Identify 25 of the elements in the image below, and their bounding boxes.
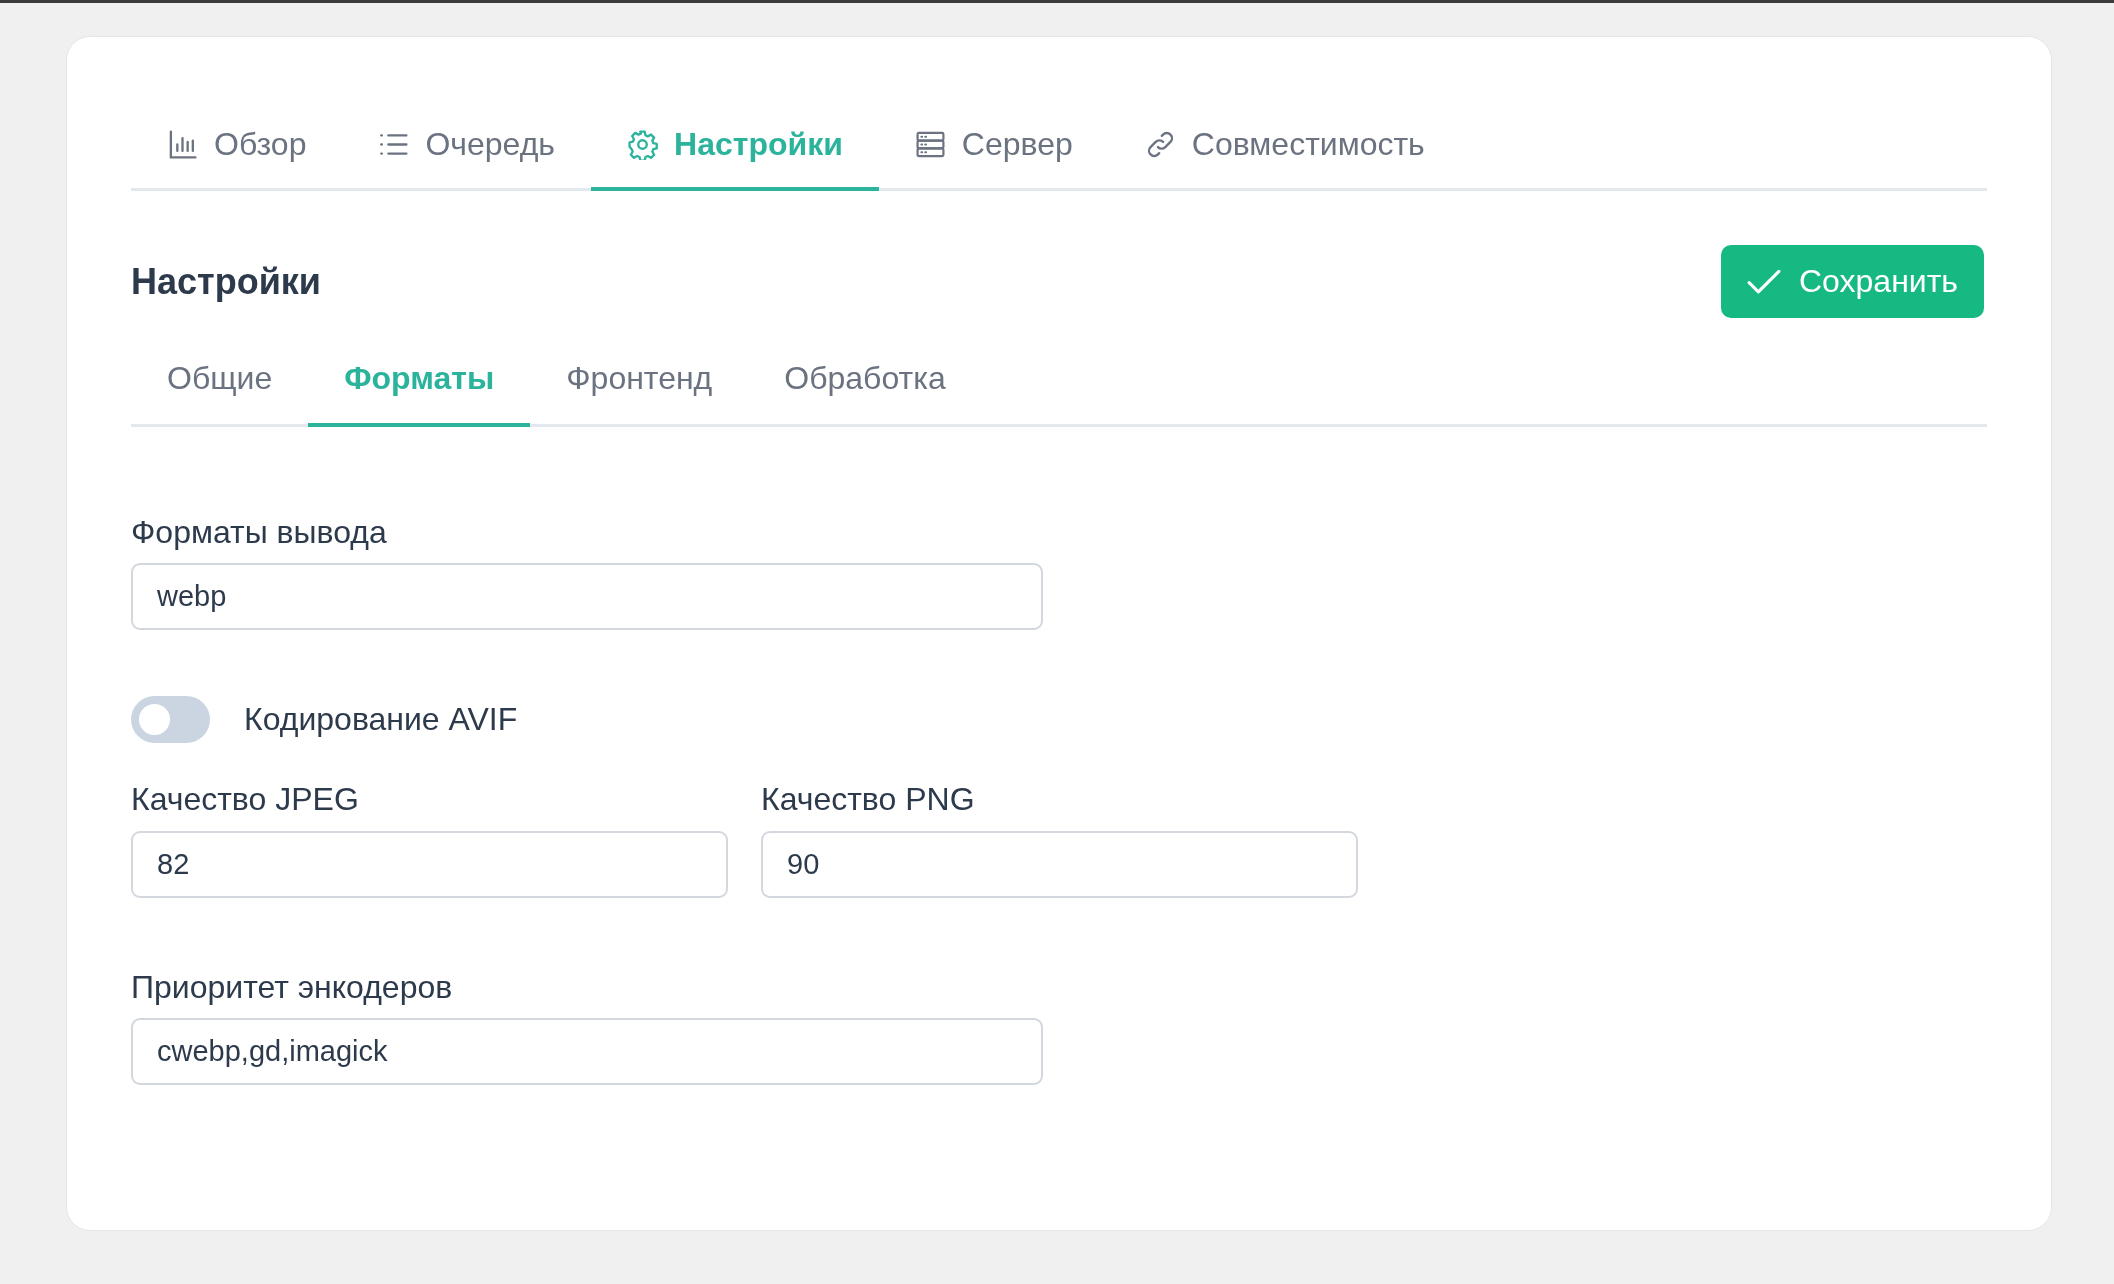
input-field[interactable]: 90	[761, 830, 1358, 898]
toggle-label: Кодирование AVIF	[244, 701, 518, 739]
server-icon	[914, 129, 946, 160]
nav-tab[interactable]: Сервер	[878, 101, 1109, 191]
check-icon	[1747, 268, 1781, 295]
nav-tab[interactable]: Обзор	[131, 101, 343, 191]
input-field[interactable]: cwebp,gd,imagick	[131, 1018, 1043, 1086]
field-label: Качество JPEG	[131, 780, 360, 819]
sub-tab[interactable]: Фронтенд	[530, 336, 749, 427]
field-label: Качество PNG	[761, 780, 976, 819]
sub-tab[interactable]: Обработка	[748, 336, 982, 427]
field-label: Приоритет энкодеров	[131, 967, 454, 1007]
toggle-switch[interactable]	[131, 696, 210, 744]
input-field[interactable]: 82	[131, 830, 728, 898]
settings-icon	[627, 129, 658, 160]
sub-tab[interactable]: Форматы	[308, 336, 531, 427]
field-label: Форматы вывода	[131, 513, 388, 552]
section-title: Настройки	[131, 260, 321, 303]
save-button[interactable]: Сохранить	[1721, 245, 1984, 318]
input-field[interactable]: webp	[131, 563, 1043, 631]
nav-tab[interactable]: Настройки	[591, 101, 879, 191]
bar-chart-icon	[167, 129, 198, 160]
nav-tab[interactable]: Совместимость	[1108, 101, 1461, 191]
sub-tab[interactable]: Общие	[131, 336, 309, 427]
nav-tab[interactable]: Очередь	[342, 101, 591, 191]
